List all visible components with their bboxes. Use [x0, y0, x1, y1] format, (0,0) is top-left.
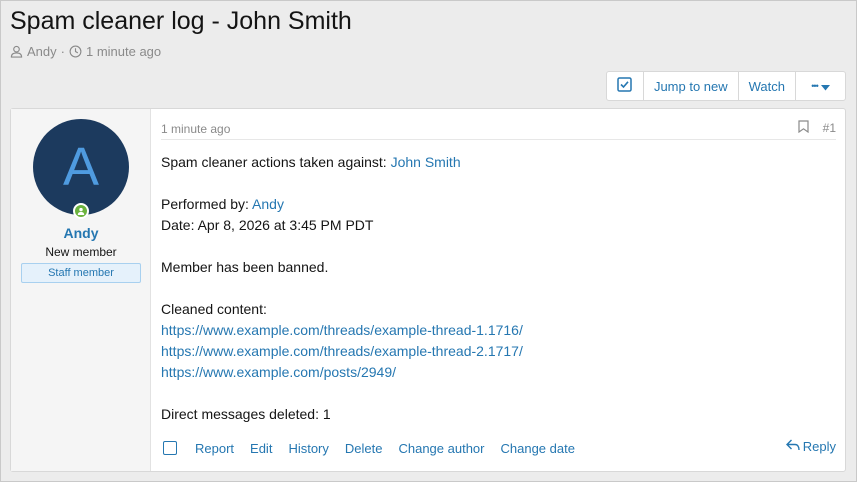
- change-author-button[interactable]: Change author: [398, 441, 484, 456]
- banned-line: Member has been banned.: [161, 259, 329, 275]
- more-dots-icon: •••: [811, 81, 819, 91]
- post: A Andy New member Staff member 1 minute …: [10, 108, 846, 472]
- watch-button[interactable]: Watch: [737, 72, 795, 100]
- performer-link[interactable]: Andy: [252, 196, 284, 212]
- select-checkbox-button[interactable]: [607, 72, 643, 100]
- bookmark-icon[interactable]: [798, 120, 809, 136]
- page-title: Spam cleaner log - John Smith: [10, 7, 352, 35]
- jump-to-new-button[interactable]: Jump to new: [642, 72, 738, 100]
- reply-arrow-icon: [785, 439, 800, 454]
- date-line: Date: Apr 8, 2026 at 3:45 PM PDT: [161, 217, 374, 233]
- staff-badge: Staff member: [21, 263, 141, 283]
- report-button[interactable]: Report: [195, 441, 234, 456]
- post-time[interactable]: 1 minute ago: [161, 122, 230, 136]
- post-footer: Report Edit History Delete Change author…: [161, 438, 836, 458]
- avatar[interactable]: A: [33, 119, 129, 215]
- post-content: 1 minute ago #1 Spam cleaner actions tak…: [161, 109, 846, 471]
- change-date-button[interactable]: Change date: [500, 441, 574, 456]
- delete-button[interactable]: Delete: [345, 441, 383, 456]
- post-header: 1 minute ago #1: [161, 120, 836, 140]
- thread-toolbar: Jump to new Watch •••: [605, 71, 846, 101]
- caret-down-icon: [820, 79, 830, 94]
- post-header-actions: #1: [798, 120, 836, 136]
- dm-deleted-line: Direct messages deleted: 1: [161, 406, 331, 422]
- post-username[interactable]: Andy: [11, 225, 151, 241]
- post-body: Spam cleaner actions taken against: John…: [161, 152, 836, 425]
- post-number[interactable]: #1: [823, 121, 836, 135]
- user-title: New member: [45, 245, 117, 259]
- cleaned-link-3[interactable]: https://www.example.com/posts/2949/: [161, 364, 396, 380]
- online-status-icon: [73, 203, 89, 219]
- reply-button[interactable]: Reply: [785, 439, 836, 454]
- thread-time[interactable]: 1 minute ago: [86, 44, 161, 59]
- cleaned-label: Cleaned content:: [161, 301, 267, 317]
- actions-label: Spam cleaner actions taken against:: [161, 154, 391, 170]
- checkbox-checked-icon: [617, 77, 633, 95]
- more-options-button[interactable]: •••: [795, 72, 845, 100]
- performed-label: Performed by:: [161, 196, 253, 212]
- post-user-column: A Andy New member Staff member: [11, 109, 151, 471]
- select-post-checkbox[interactable]: [163, 441, 177, 455]
- thread-meta: Andy · 1 minute ago: [10, 44, 161, 59]
- thread-author-link[interactable]: Andy: [27, 44, 57, 59]
- clock-icon: [69, 45, 82, 58]
- cleaned-link-1[interactable]: https://www.example.com/threads/example-…: [161, 322, 523, 338]
- performed-line: Performed by: Andy: [161, 194, 836, 215]
- actions-line: Spam cleaner actions taken against: John…: [161, 152, 836, 173]
- edit-button[interactable]: Edit: [250, 441, 272, 456]
- meta-separator: ·: [60, 44, 65, 59]
- reply-label: Reply: [802, 439, 836, 454]
- target-user-link[interactable]: John Smith: [391, 154, 461, 170]
- history-button[interactable]: History: [288, 441, 328, 456]
- cleaned-link-2[interactable]: https://www.example.com/threads/example-…: [161, 343, 523, 359]
- user-icon: [10, 45, 23, 58]
